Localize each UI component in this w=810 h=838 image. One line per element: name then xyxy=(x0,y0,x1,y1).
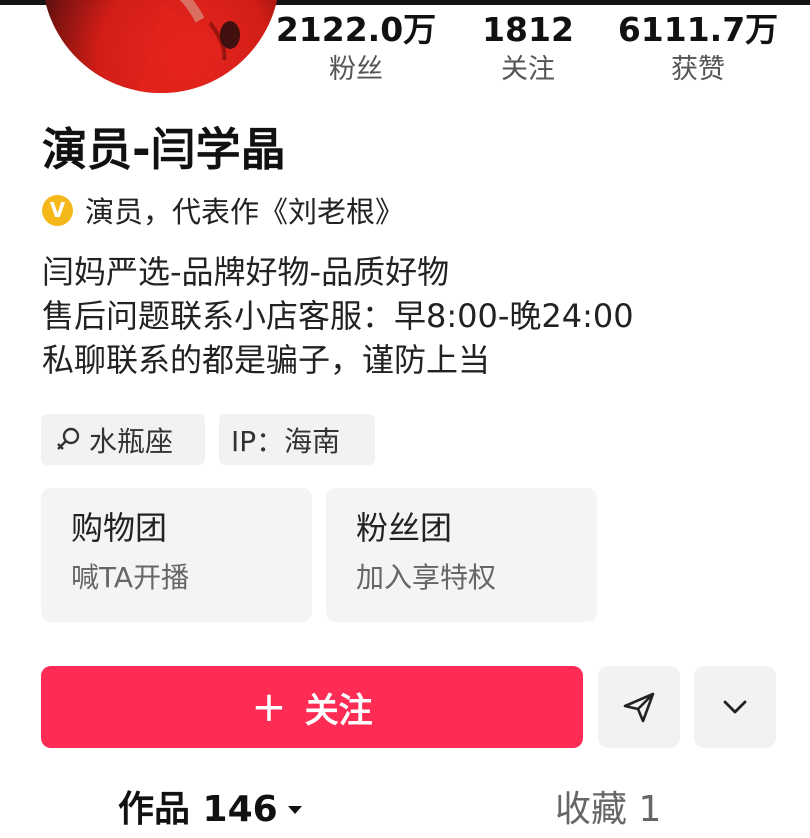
bio-line: 闫妈严选-品牌好物-品质好物 xyxy=(42,253,450,291)
fan-club-title: 粉丝团 xyxy=(356,509,453,547)
likes-count: 6111.7万 xyxy=(617,10,779,49)
aquarius-female-icon xyxy=(57,427,80,450)
fan-club-subtitle: 加入享特权 xyxy=(356,561,497,594)
shopping-group-subtitle: 喊TA开播 xyxy=(71,561,190,594)
fan-club-card[interactable]: 粉丝团 加入享特权 xyxy=(326,488,597,622)
fans-count: 2122.0万 xyxy=(275,10,437,49)
profile-name: 演员-闫学晶 xyxy=(42,123,286,176)
caret-down-icon xyxy=(287,806,302,814)
tab-works[interactable]: 作品 146 xyxy=(118,785,304,835)
stat-following[interactable]: 1812 关注 xyxy=(443,10,613,88)
zodiac-label: 水瓶座 xyxy=(89,424,174,458)
tab-favorites-label: 收藏 1 xyxy=(555,789,662,830)
plus-icon: + xyxy=(251,682,287,731)
shopping-group-card[interactable]: 购物团 喊TA开播 xyxy=(41,488,312,622)
tag-ip-location: IP：海南 xyxy=(219,414,375,465)
bio-line: 售后问题联系小店客服：早8:00-晚24:00 xyxy=(42,297,634,335)
shopping-group-title: 购物团 xyxy=(71,509,168,547)
avatar[interactable] xyxy=(42,0,280,93)
chevron-down-icon xyxy=(723,700,747,714)
send-icon xyxy=(623,692,655,723)
stat-fans[interactable]: 2122.0万 粉丝 xyxy=(271,10,441,88)
tab-works-label: 作品 146 xyxy=(118,789,278,830)
more-button[interactable] xyxy=(694,666,776,748)
following-label: 关注 xyxy=(501,54,555,85)
likes-label: 获赞 xyxy=(671,54,725,85)
tab-favorites[interactable]: 收藏 1 xyxy=(555,785,661,835)
follow-button[interactable]: + 关注 xyxy=(41,666,583,748)
bio: 闫妈严选-品牌好物-品质好物 售后问题联系小店客服：早8:00-晚24:00 私… xyxy=(42,250,634,382)
verified-badge-icon: V xyxy=(42,194,73,226)
bio-line: 私聊联系的都是骗子，谨防上当 xyxy=(42,341,491,379)
share-button[interactable] xyxy=(598,666,680,748)
verification-row: V 演员，代表作《刘老根》 xyxy=(42,188,404,232)
verification-text: 演员，代表作《刘老根》 xyxy=(85,195,405,229)
ip-label: IP：海南 xyxy=(231,424,341,458)
tag-zodiac: 水瓶座 xyxy=(41,414,205,465)
follow-label: 关注 xyxy=(304,690,373,731)
following-count: 1812 xyxy=(482,10,574,49)
stat-likes[interactable]: 6111.7万 获赞 xyxy=(613,10,783,88)
fans-label: 粉丝 xyxy=(329,54,383,85)
